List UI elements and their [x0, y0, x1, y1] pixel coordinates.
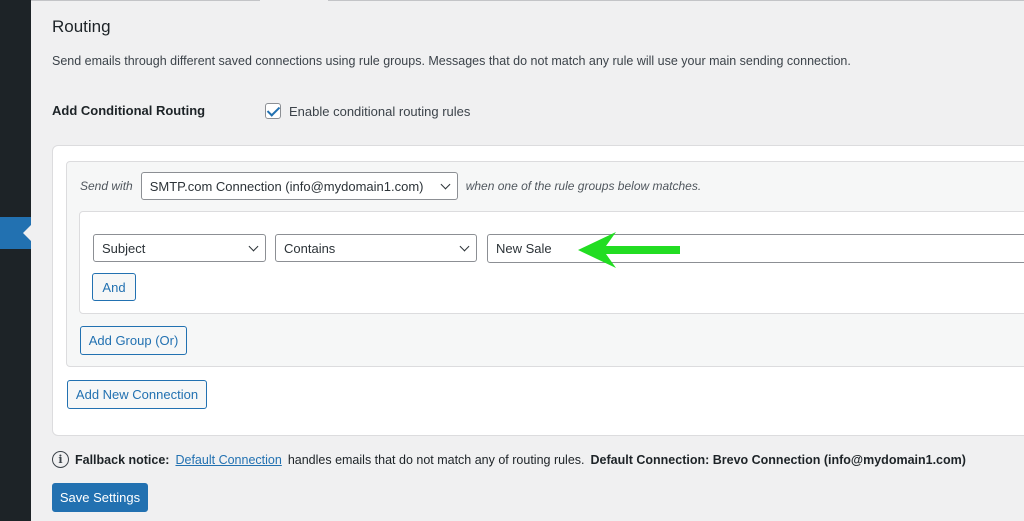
info-icon: i	[52, 451, 69, 468]
fallback-notice: i Fallback notice: Default Connection ha…	[52, 451, 966, 468]
rule-operator-value: Contains	[284, 240, 336, 256]
section-description: Send emails through different saved conn…	[52, 54, 851, 68]
save-settings-button[interactable]: Save Settings	[52, 483, 148, 512]
chevron-down-icon	[440, 179, 451, 189]
connection-select[interactable]: SMTP.com Connection (info@mydomain1.com)	[140, 172, 458, 200]
connection-select-value: SMTP.com Connection (info@mydomain1.com)	[149, 178, 424, 194]
conditional-routing-label: Add Conditional Routing	[52, 103, 206, 118]
admin-sidebar	[0, 0, 31, 521]
chevron-down-icon	[459, 241, 470, 251]
active-tab-gap	[260, 0, 328, 2]
add-group-button[interactable]: Add Group (Or)	[80, 326, 187, 355]
send-with-label: Send with	[80, 179, 133, 193]
default-connection-label: Default Connection: Brevo Connection (in…	[590, 452, 966, 467]
enable-routing-checkbox[interactable]	[265, 103, 281, 119]
match-note: when one of the rule groups below matche…	[465, 179, 702, 193]
enable-routing-label: Enable conditional routing rules	[289, 103, 471, 119]
and-button[interactable]: And	[92, 273, 136, 301]
tab-bar-divider	[31, 0, 1024, 1]
rule-operator-select[interactable]: Contains	[275, 234, 477, 262]
fallback-text: handles emails that do not match any of …	[287, 452, 585, 467]
enable-routing-toggle[interactable]: Enable conditional routing rules	[265, 103, 470, 119]
default-connection-link[interactable]: Default Connection	[175, 453, 281, 467]
rule-value-input[interactable]	[487, 234, 1024, 263]
chevron-down-icon	[248, 241, 259, 251]
sidebar-active-notch	[23, 225, 31, 241]
rule-field-value: Subject	[102, 240, 146, 256]
section-title: Routing	[52, 17, 111, 36]
add-new-connection-button[interactable]: Add New Connection	[67, 380, 207, 409]
green-arrow-icon	[578, 232, 680, 268]
fallback-prefix: Fallback notice:	[75, 452, 170, 467]
send-with-row: Send with SMTP.com Connection (info@mydo…	[80, 172, 701, 200]
rule-field-select[interactable]: Subject	[93, 234, 266, 262]
